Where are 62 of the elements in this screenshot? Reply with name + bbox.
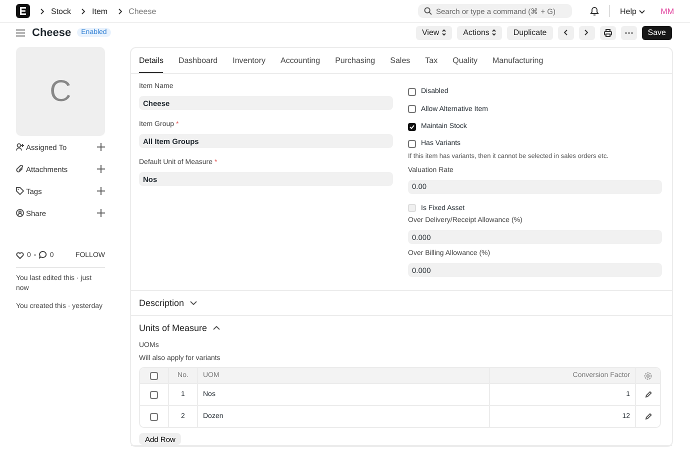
chevron-icon	[81, 8, 86, 14]
checkbox[interactable]	[408, 122, 416, 131]
checkbox[interactable]	[150, 390, 158, 398]
tag-icon	[16, 187, 24, 195]
tab[interactable]: Manufacturing	[492, 48, 544, 73]
chevron-right-icon	[584, 29, 590, 36]
tab[interactable]: Accounting	[280, 48, 320, 73]
settings-icon[interactable]	[644, 372, 652, 380]
up-down-icon	[492, 29, 496, 36]
page-title: Cheese	[32, 26, 72, 38]
tab[interactable]: Quality	[452, 48, 478, 73]
previous-button[interactable]	[558, 26, 574, 40]
chevron-down-icon[interactable]	[190, 301, 198, 305]
dropdown-button[interactable]: Actions	[457, 26, 502, 40]
app-logo[interactable]	[16, 4, 30, 18]
breadcrumb-link[interactable]: Cheese	[128, 6, 156, 16]
section-title[interactable]: Units of Measure	[139, 323, 208, 333]
tab[interactable]: Inventory	[232, 48, 266, 73]
tab[interactable]: Details	[139, 48, 164, 73]
chevron-up-icon[interactable]	[213, 326, 220, 330]
item-avatar: C	[16, 47, 105, 136]
tab[interactable]: Tax	[425, 48, 438, 73]
print-button[interactable]	[600, 26, 616, 40]
next-button[interactable]	[578, 26, 595, 40]
printer-icon	[604, 28, 612, 36]
pencil-icon[interactable]	[644, 413, 652, 420]
checkbox[interactable]	[150, 372, 158, 380]
more-button[interactable]	[620, 26, 637, 40]
breadcrumb-link[interactable]: Item	[92, 6, 108, 16]
paperclip-icon	[16, 165, 24, 173]
breadcrumb-link[interactable]: Stock	[51, 6, 72, 16]
section-title[interactable]: Description	[139, 298, 184, 308]
chevron-icon	[118, 8, 123, 14]
heart-icon[interactable]	[16, 252, 24, 258]
checkbox[interactable]	[408, 88, 416, 96]
pencil-icon[interactable]	[644, 391, 652, 398]
checkbox[interactable]	[408, 105, 416, 114]
dropdown-button[interactable]: View	[416, 26, 452, 40]
tab[interactable]: Purchasing	[335, 48, 376, 73]
checkbox[interactable]	[408, 140, 416, 148]
help-menu[interactable]: Help	[620, 6, 645, 16]
bell-icon[interactable]	[590, 6, 599, 16]
user-avatar[interactable]: MM	[660, 6, 674, 16]
tab[interactable]: Sales	[390, 48, 410, 73]
separator-dot-icon	[34, 254, 36, 256]
plus-icon[interactable]	[97, 165, 105, 173]
user-icon	[16, 143, 24, 151]
chevron-icon	[40, 8, 45, 14]
tab[interactable]: Dashboard	[178, 48, 218, 73]
plus-icon[interactable]	[97, 187, 105, 195]
duplicate-button[interactable]: Duplicate	[507, 26, 553, 40]
search-icon	[424, 7, 432, 15]
plus-icon[interactable]	[97, 209, 105, 217]
save-button[interactable]: Save	[642, 26, 672, 40]
checkbox[interactable]	[150, 412, 158, 420]
up-down-icon	[442, 29, 446, 36]
share-icon	[16, 209, 24, 217]
chevron-down-icon	[638, 10, 645, 14]
plus-icon[interactable]	[97, 143, 105, 151]
chevron-left-icon	[563, 29, 568, 36]
menu-icon[interactable]	[16, 28, 25, 36]
comment-icon[interactable]	[38, 251, 47, 259]
